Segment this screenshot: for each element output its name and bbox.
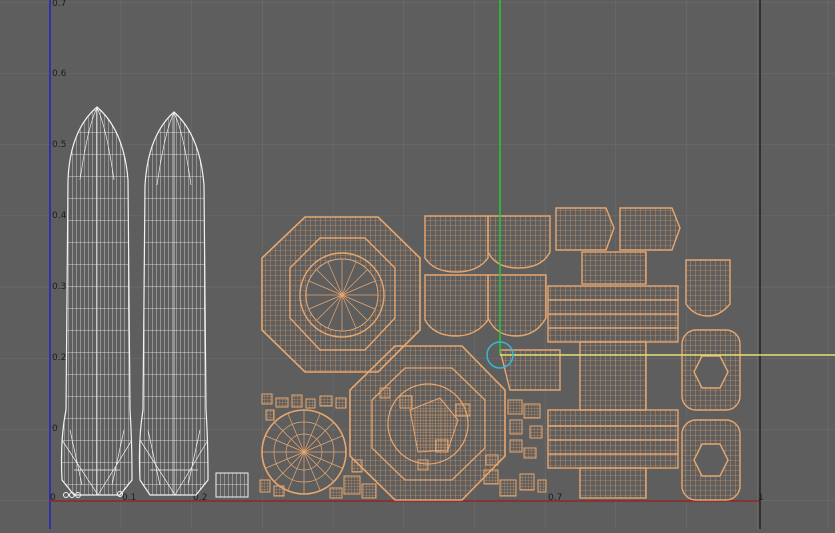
v-tick-label: 0.3 [52,282,66,292]
v-tick-label: 0 [52,424,58,434]
u-tick-label: 1 [758,493,764,503]
uv-shell-octagon-lower[interactable] [349,345,506,501]
uv-shell-rocket-2[interactable] [138,111,209,496]
uv-shell-rocket-1[interactable] [60,106,133,496]
v-tick-label: 0.4 [52,211,67,221]
v-tick-label: 0.6 [52,69,67,79]
v-tick-label: 0.2 [52,353,66,363]
u-tick-label: 0.7 [548,493,562,503]
u-tick-label: 0 [50,493,56,503]
uv-editor-viewport[interactable]: 0.7 0.6 0.5 0.4 0.3 0.2 0 0 0.1 0.2 0.7 … [0,0,835,529]
v-tick-label: 0.5 [52,140,66,150]
u-tick-label: 0.1 [122,493,136,503]
uv-shell-circle-small[interactable] [261,409,347,495]
v-tick-label: 0.7 [52,0,66,9]
uv-canvas[interactable]: 0.7 0.6 0.5 0.4 0.3 0.2 0 0 0.1 0.2 0.7 … [0,0,835,529]
